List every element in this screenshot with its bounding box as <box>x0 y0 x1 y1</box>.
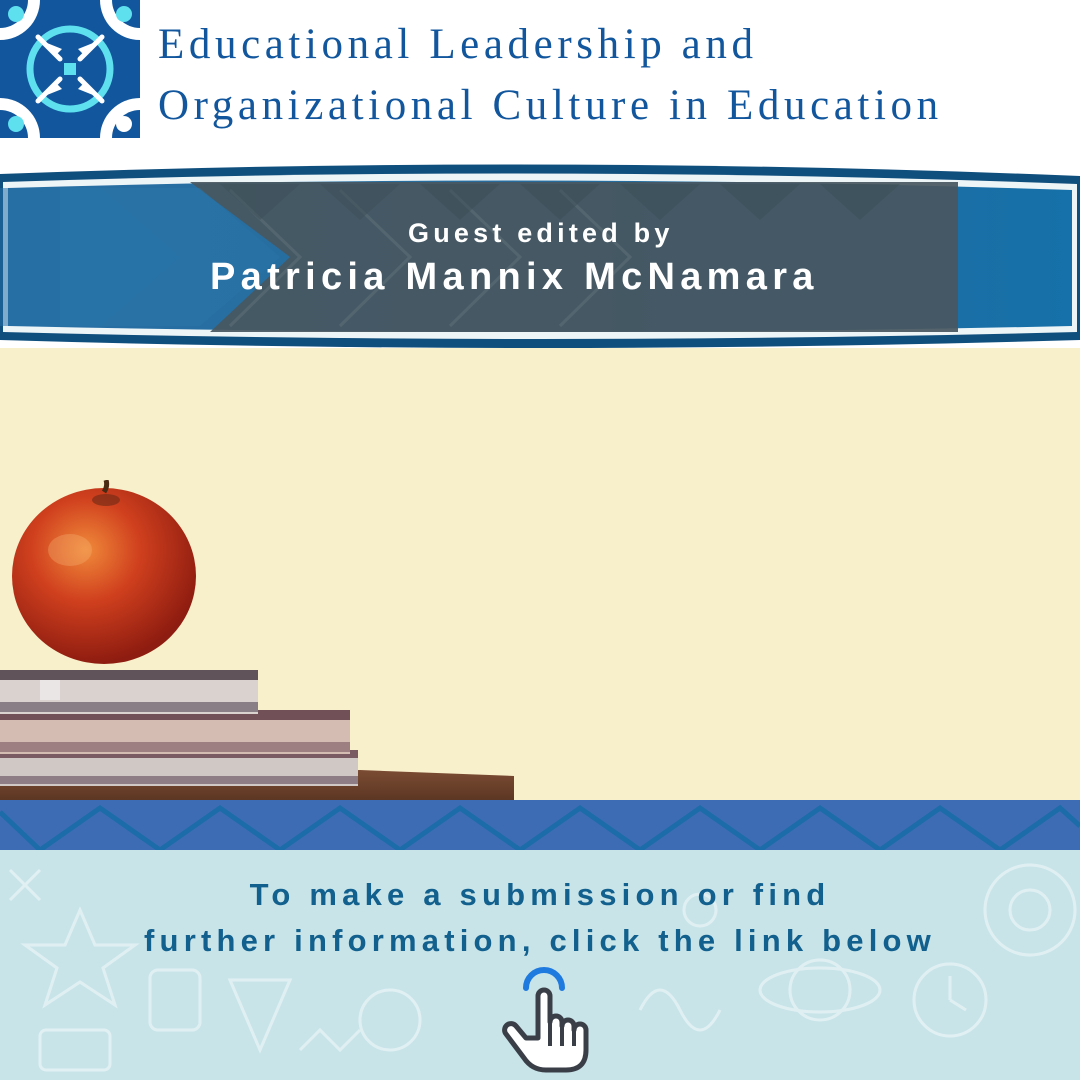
guest-editor-name: Patricia Mannix McNamara <box>210 256 819 298</box>
title-line-2: Organizational Culture in Education <box>158 82 943 129</box>
title-line-1: Educational Leadership and <box>158 21 758 68</box>
journal-title: Educational Leadership and Organizationa… <box>158 14 943 136</box>
submission-call-to-action: To make a submission or find further inf… <box>0 872 1080 964</box>
apple-on-books-image <box>0 480 514 802</box>
header: Educational Leadership and Organizationa… <box>0 0 1080 160</box>
guest-edited-label: Guest edited by <box>408 218 674 248</box>
cta-line-2: further information, click the link belo… <box>144 923 936 958</box>
hand-pointer-icon[interactable] <box>496 966 592 1074</box>
cta-line-1: To make a submission or find <box>249 877 831 912</box>
journal-logo-icon <box>0 0 140 138</box>
